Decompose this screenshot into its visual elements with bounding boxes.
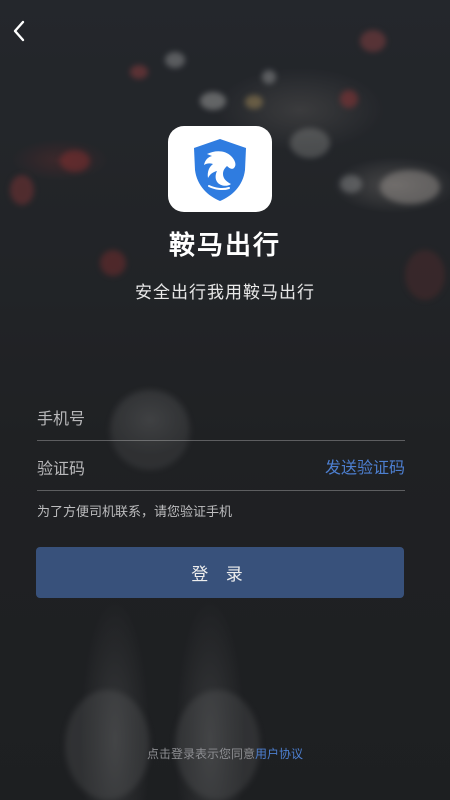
user-agreement-link[interactable]: 用户协议	[255, 747, 303, 761]
login-button[interactable]: 登 录	[36, 547, 404, 598]
send-code-button[interactable]: 发送验证码	[325, 446, 405, 490]
chevron-left-icon	[13, 20, 25, 42]
back-button[interactable]	[6, 14, 34, 48]
app-logo	[168, 126, 272, 212]
app-slogan: 安全出行我用鞍马出行	[135, 283, 315, 303]
phone-field	[37, 396, 405, 441]
verification-code-input[interactable]	[37, 446, 297, 490]
verification-hint: 为了方便司机联系，请您验证手机	[37, 505, 233, 520]
login-screen: 鞍马出行 安全出行我用鞍马出行 发送验证码 为了方便司机联系，请您验证手机 登 …	[0, 0, 450, 800]
agreement-prefix: 点击登录表示您同意	[146, 747, 255, 761]
agreement-notice: 点击登录表示您同意用户协议	[0, 745, 450, 762]
app-title: 鞍马出行	[168, 231, 281, 261]
horse-shield-icon	[194, 139, 246, 201]
code-field: 发送验证码	[37, 446, 405, 491]
phone-input[interactable]	[37, 396, 297, 440]
